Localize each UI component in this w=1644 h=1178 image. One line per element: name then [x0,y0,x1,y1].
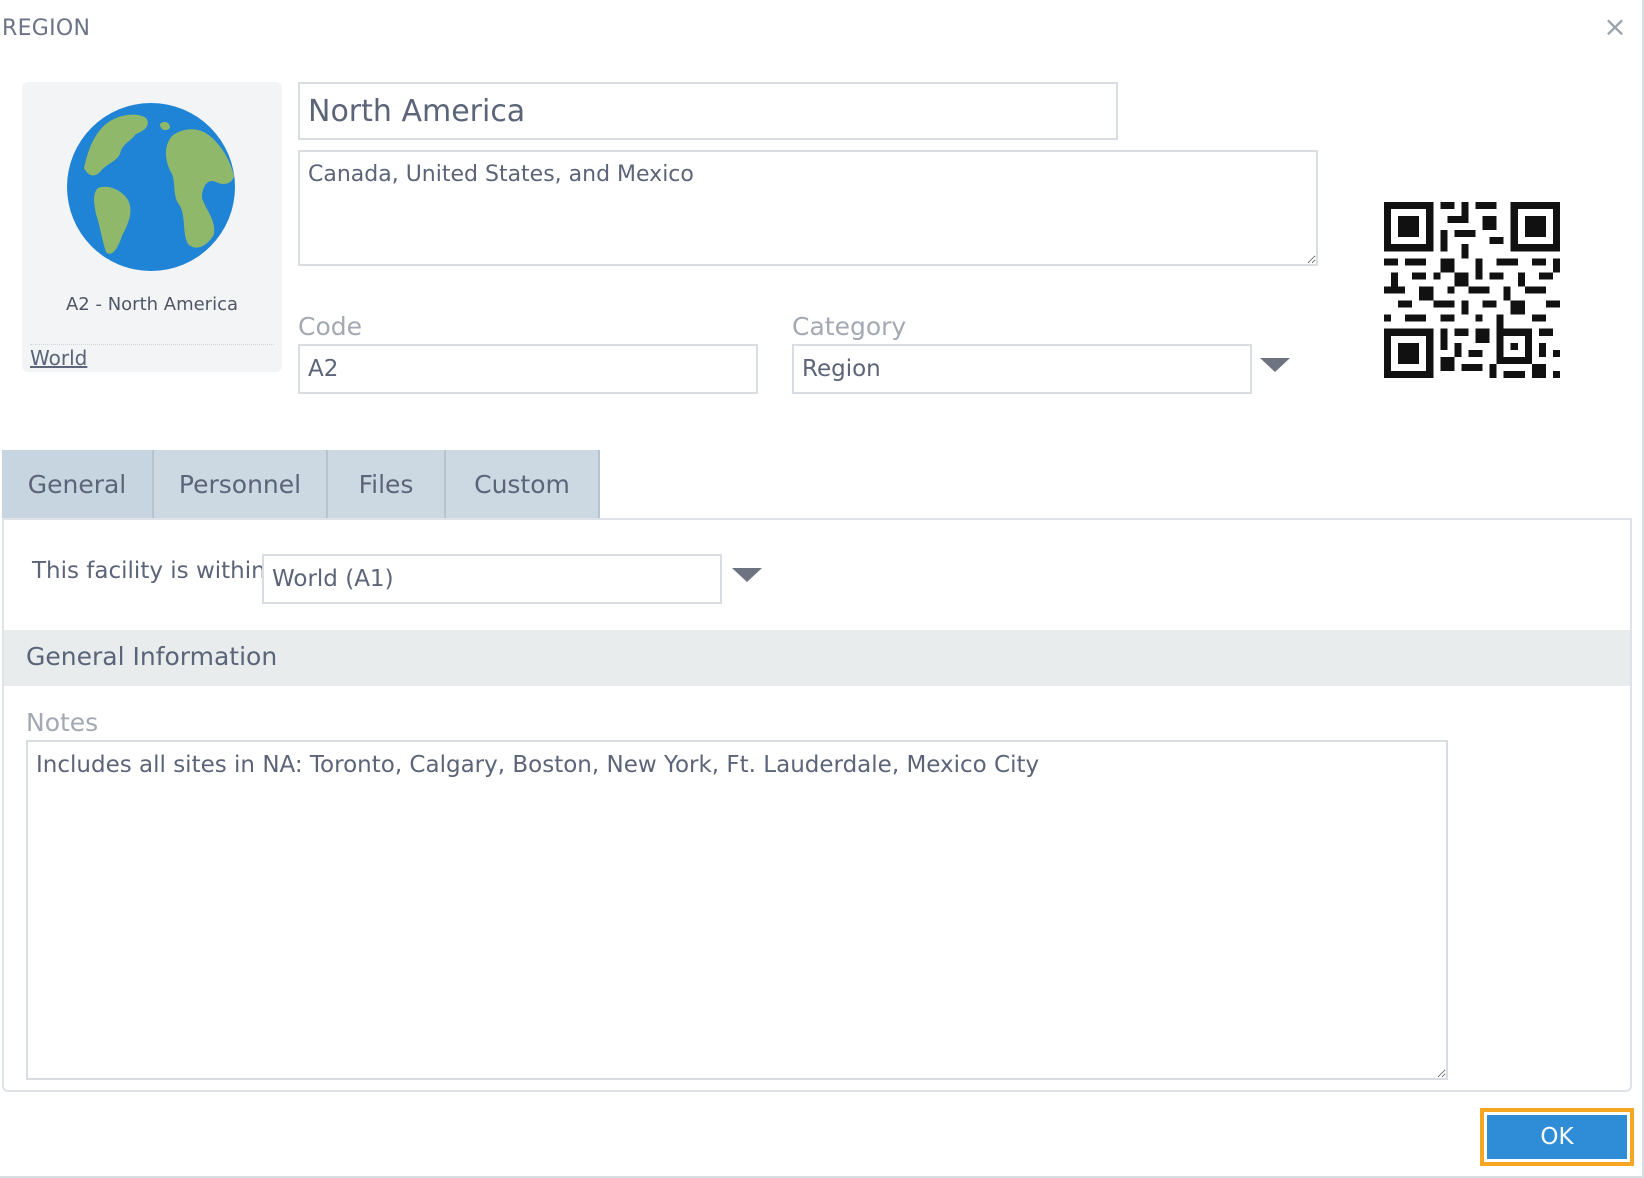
parent-location-select[interactable]: World (A1) [262,554,722,604]
category-value: Region [802,356,881,382]
general-tab-panel: This facility is within: World (A1) Gene… [2,518,1632,1092]
code-label: Code [298,312,363,341]
region-thumbnail[interactable]: A2 - North America World [22,82,282,372]
qr-code-icon [1384,202,1560,378]
code-input[interactable] [298,344,758,394]
category-select[interactable]: Region [792,344,1252,394]
category-dropdown-icon[interactable] [1260,358,1290,372]
ok-button-focus-ring: OK [1480,1108,1634,1166]
tab-files[interactable]: Files [328,450,446,518]
general-information-section-header[interactable]: General Information [4,630,1630,686]
tab-custom-label: Custom [474,469,570,499]
tab-general[interactable]: General [2,450,154,530]
parent-world-link[interactable]: World [30,346,87,370]
tab-files-label: Files [358,469,414,499]
thumbnail-caption: A2 - North America [65,294,239,315]
thumbnail-divider [30,344,274,345]
ok-button[interactable]: OK [1487,1115,1627,1159]
within-label: This facility is within: [32,558,274,584]
tab-bar: General Personnel Files Custom [2,450,600,530]
dialog-title: REGION [2,16,91,41]
globe-icon [67,103,235,271]
description-textarea[interactable]: Canada, United States, and Mexico [298,150,1318,266]
tab-custom[interactable]: Custom [446,450,600,518]
parent-location-dropdown-icon[interactable] [732,568,762,582]
tab-general-label: General [27,469,127,499]
region-dialog: REGION × A2 - North America World Canada… [0,0,1644,1178]
section-title: General Information [26,642,278,671]
notes-textarea[interactable]: Includes all sites in NA: Toronto, Calga… [26,740,1448,1080]
close-icon[interactable]: × [1602,13,1628,41]
name-input[interactable] [298,82,1118,140]
category-label: Category [792,312,907,341]
parent-location-value: World (A1) [272,566,394,592]
tab-personnel[interactable]: Personnel [154,450,328,518]
notes-label: Notes [26,708,99,737]
tab-personnel-label: Personnel [178,469,302,499]
